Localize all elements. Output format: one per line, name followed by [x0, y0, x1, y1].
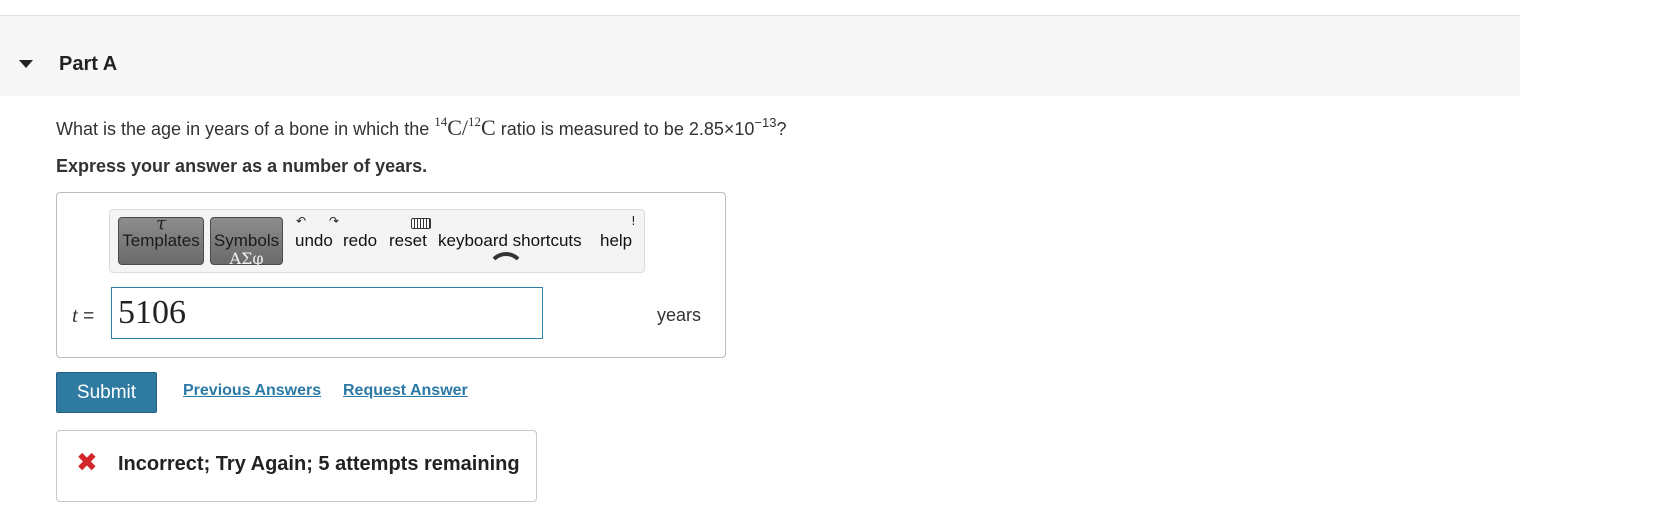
undo-button[interactable]: undo	[295, 231, 333, 251]
math-toolbar: τ Templates Symbols ΑΣφ ↶ undo ↷ redo re…	[109, 209, 645, 273]
isotope-b-mass: 12	[468, 114, 482, 129]
help-button[interactable]: help	[600, 231, 632, 251]
keyboard-icon	[411, 218, 431, 229]
tau-icon: τ	[156, 213, 166, 234]
feedback-panel: ✖ Incorrect; Try Again; 5 attempts remai…	[56, 430, 537, 502]
symbols-button[interactable]: Symbols ΑΣφ	[210, 217, 283, 268]
previous-answers-link[interactable]: Previous Answers	[183, 382, 321, 400]
collapse-caret-icon[interactable]	[19, 60, 33, 68]
submit-button[interactable]: Submit	[56, 372, 157, 413]
isotope-a-symbol: C/	[447, 115, 469, 140]
help-icon: !	[631, 214, 636, 228]
templates-button[interactable]: τ Templates	[118, 213, 204, 265]
question-text: What is the age in years of a bone in wh…	[56, 114, 787, 141]
question-middle: ratio is measured to be	[500, 119, 684, 139]
ratio-value: 2.85×10−13	[688, 115, 777, 139]
answer-instruction: Express your answer as a number of years…	[56, 156, 428, 176]
equals-sign: =	[83, 306, 95, 327]
symbols-glyph-icon: ΑΣφ	[229, 249, 264, 268]
loading-spinner-icon	[487, 252, 525, 290]
isotope-ratio: 14C/12C	[434, 114, 496, 140]
answer-variable-label: t =	[72, 303, 94, 328]
request-answer-link[interactable]: Request Answer	[343, 382, 468, 400]
isotope-b-symbol: C	[481, 115, 496, 140]
ratio-exponent: −13	[754, 115, 777, 130]
undo-arrow-icon: ↶	[296, 214, 307, 228]
feedback-message: Incorrect; Try Again; 5 attempts remaini…	[118, 453, 520, 475]
part-title: Part A	[59, 53, 118, 75]
question-prefix: What is the age in years of a bone in wh…	[56, 119, 430, 139]
x-mark-icon: ✖	[76, 448, 98, 478]
question-suffix: ?	[776, 119, 787, 139]
keyboard-shortcuts-button[interactable]: keyboard shortcuts	[438, 231, 582, 251]
redo-arrow-icon: ↷	[329, 214, 340, 228]
part-header[interactable]: Part A	[0, 16, 1520, 96]
isotope-a-mass: 14	[434, 114, 448, 129]
answer-input[interactable]	[111, 287, 543, 339]
answer-units: years	[657, 305, 702, 325]
answer-panel: τ Templates Symbols ΑΣφ ↶ undo ↷ redo re…	[56, 192, 726, 358]
redo-button[interactable]: redo	[343, 231, 377, 251]
answer-variable: t	[72, 303, 78, 327]
reset-button[interactable]: reset	[389, 231, 427, 251]
ratio-base: 2.85×10	[688, 119, 755, 139]
